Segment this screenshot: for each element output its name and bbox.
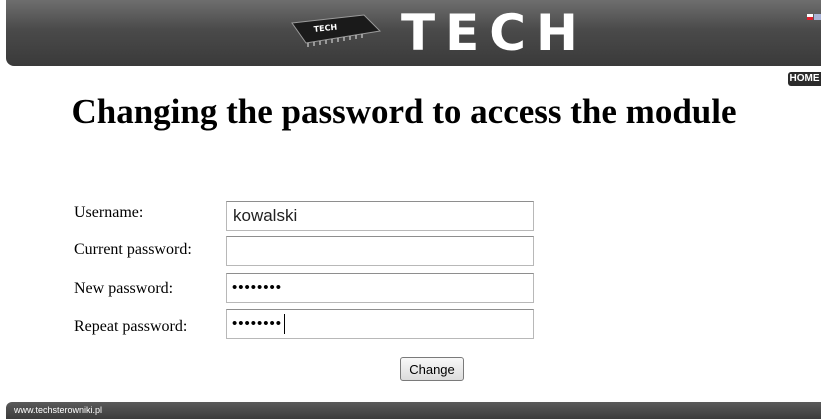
page-title: Changing the password to access the modu… xyxy=(71,92,737,131)
username-input[interactable]: kowalski xyxy=(226,201,534,231)
tech-logo-text: TECH xyxy=(401,4,588,62)
header-bar: TECH TECH xyxy=(6,0,821,66)
repeat-password-label: Repeat password: xyxy=(74,318,188,335)
footer-bar: www.techsterowniki.pl xyxy=(6,402,821,419)
text-cursor xyxy=(284,314,286,335)
repeat-password-input[interactable]: •••••••• xyxy=(226,309,534,339)
language-flags xyxy=(807,14,821,20)
new-password-value: •••••••• xyxy=(232,279,283,296)
en-flag-icon[interactable] xyxy=(814,14,821,20)
footer-link[interactable]: www.techsterowniki.pl xyxy=(14,405,102,415)
username-label: Username: xyxy=(74,204,144,221)
chip-logo-icon: TECH xyxy=(291,14,382,47)
pl-flag-icon[interactable] xyxy=(807,14,813,20)
new-password-label: New password: xyxy=(74,280,174,297)
repeat-password-value: •••••••• xyxy=(232,310,286,338)
current-password-label: Current password: xyxy=(74,241,192,258)
change-button[interactable]: Change xyxy=(400,357,464,381)
home-button[interactable]: HOME xyxy=(788,72,821,86)
username-value: kowalski xyxy=(233,206,298,225)
current-password-input[interactable] xyxy=(226,236,534,266)
new-password-input[interactable]: •••••••• xyxy=(226,273,534,303)
